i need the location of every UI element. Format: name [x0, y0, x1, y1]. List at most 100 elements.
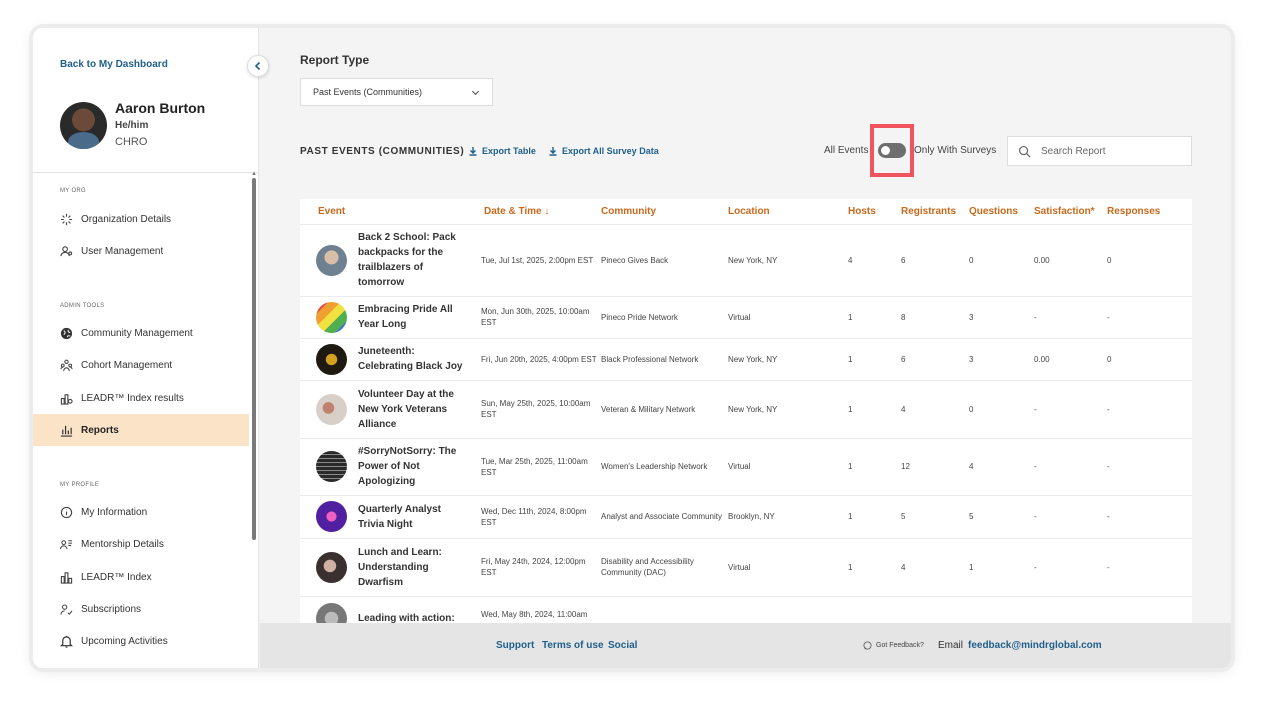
sidebar-item-label: Mentorship Details — [81, 538, 164, 550]
sidebar-divider — [33, 172, 259, 173]
sidebar-item-label: Organization Details — [81, 213, 172, 225]
table-row[interactable]: #SorryNotSorry: The Power of Not Apologi… — [300, 437, 1192, 495]
app-window: Back to My Dashboard Aaron Burton He/him… — [33, 28, 1231, 668]
export-table-button[interactable]: Export Table — [468, 146, 536, 156]
sidebar-item-subscriptions[interactable]: Subscriptions — [33, 593, 249, 625]
event-responses: - — [1107, 537, 1192, 596]
table-row[interactable]: Back 2 School: Pack backpacks for the tr… — [300, 223, 1192, 296]
mentorship-icon — [59, 537, 73, 551]
event-name[interactable]: #SorryNotSorry: The Power of Not Apologi… — [358, 444, 467, 489]
event-registrants: 12 — [901, 437, 969, 495]
sidebar-item-label: Community Management — [81, 327, 193, 339]
column-header-event[interactable]: Event — [300, 199, 467, 224]
event-responses: 0 — [1107, 223, 1192, 296]
people-group-icon — [59, 358, 73, 372]
sidebar-item-leadr-index-results[interactable]: LEADR™ Index results — [33, 382, 249, 414]
event-hosts: 1 — [848, 537, 901, 596]
event-name[interactable]: Back 2 School: Pack backpacks for the tr… — [358, 230, 467, 290]
column-header-questions[interactable]: Questions — [969, 199, 1034, 224]
back-to-dashboard-link[interactable]: Back to My Dashboard — [60, 59, 168, 70]
event-registrants: 4 — [901, 379, 969, 438]
event-name[interactable]: Leading with action: — [358, 611, 455, 624]
email-label: Email — [938, 640, 964, 651]
event-satisfaction: - — [1034, 295, 1107, 338]
info-icon — [59, 505, 73, 519]
table-row[interactable]: Quarterly Analyst Trivia Night Wed, Dec … — [300, 494, 1192, 538]
column-header-registrants[interactable]: Registrants — [901, 199, 969, 224]
sidebar-item-label: LEADR™ Index — [81, 571, 152, 583]
event-date: Tue, Jul 1st, 2025, 2:00pm EST — [467, 223, 601, 296]
collapse-sidebar-button[interactable] — [247, 55, 269, 77]
column-header-date[interactable]: Date & Time ↓ — [467, 199, 601, 224]
event-community — [601, 595, 728, 623]
sidebar-item-user-management[interactable]: User Management — [33, 235, 249, 267]
user-pronouns: He/him — [115, 120, 149, 131]
sidebar-item-community-management[interactable]: Community Management — [33, 317, 249, 349]
event-registrants: 5 — [901, 494, 969, 538]
chart-icon — [59, 391, 73, 405]
table-row[interactable]: Leading with action: Wed, May 8th, 2024,… — [300, 595, 1192, 624]
sidebar-item-cohort-management[interactable]: Cohort Management — [33, 349, 249, 381]
table-row[interactable]: Embracing Pride All Year Long Mon, Jun 3… — [300, 295, 1192, 338]
event-name[interactable]: Juneteenth: Celebrating Black Joy — [358, 344, 467, 374]
chevron-down-icon — [471, 90, 480, 95]
sidebar-item-my-information[interactable]: My Information — [33, 496, 249, 528]
user-settings-icon — [59, 244, 73, 258]
sidebar-item-leadr-index[interactable]: LEADR™ Index — [33, 561, 249, 593]
event-location — [728, 595, 848, 623]
sidebar-item-label: User Management — [81, 245, 164, 257]
support-link[interactable]: Support — [496, 640, 534, 651]
table-row[interactable]: Lunch and Learn: Understanding Dwarfism … — [300, 537, 1192, 596]
column-header-location[interactable]: Location — [728, 199, 848, 224]
avatar — [60, 102, 107, 149]
column-header-hosts[interactable]: Hosts — [848, 199, 901, 224]
report-type-select[interactable]: Past Events (Communities) — [300, 78, 493, 106]
sidebar-scrollbar[interactable] — [252, 178, 256, 540]
search-report-box — [1007, 136, 1192, 166]
got-feedback-text: Got Feedback? — [876, 642, 924, 649]
sidebar-item-organization-details[interactable]: Organization Details — [33, 203, 249, 235]
scroll-up-arrow-icon[interactable]: ▲ — [251, 171, 257, 177]
sidebar-item-reports[interactable]: Reports — [33, 414, 249, 446]
event-name[interactable]: Lunch and Learn: Understanding Dwarfism — [358, 545, 467, 590]
event-questions — [969, 595, 1034, 623]
column-header-responses[interactable]: Responses — [1107, 199, 1192, 224]
event-date: Wed, May 8th, 2024, 11:00am — [467, 595, 601, 623]
event-responses: - — [1107, 295, 1192, 338]
surveys-filter-toggle[interactable] — [878, 143, 906, 158]
event-responses: 0 — [1107, 337, 1192, 380]
event-satisfaction: - — [1034, 494, 1107, 538]
event-hosts: 4 — [848, 223, 901, 296]
section-title: PAST EVENTS (COMMUNITIES) — [300, 146, 465, 157]
event-registrants: 8 — [901, 295, 969, 338]
sidebar-item-mentorship-details[interactable]: Mentorship Details — [33, 528, 249, 560]
export-survey-data-button[interactable]: Export All Survey Data — [548, 146, 659, 156]
event-community: Veteran & Military Network — [601, 379, 728, 438]
event-name[interactable]: Quarterly Analyst Trivia Night — [358, 502, 467, 532]
terms-of-use-link[interactable]: Terms of use — [542, 640, 604, 651]
event-location: Virtual — [728, 537, 848, 596]
social-link[interactable]: Social — [608, 640, 637, 651]
event-community: Black Professional Network — [601, 337, 728, 380]
table-row[interactable]: Volunteer Day at the New York Veterans A… — [300, 379, 1192, 438]
event-thumbnail — [316, 343, 347, 375]
event-satisfaction: - — [1034, 437, 1107, 495]
table-row[interactable]: Juneteenth: Celebrating Black Joy Fri, J… — [300, 337, 1192, 380]
column-header-community[interactable]: Community — [601, 199, 728, 224]
sidebar-item-upcoming-activities[interactable]: Upcoming Activities — [33, 625, 249, 657]
event-date: Fri, Jun 20th, 2025, 4:00pm EST — [467, 337, 601, 380]
event-thumbnail — [316, 393, 347, 425]
event-name[interactable]: Volunteer Day at the New York Veterans A… — [358, 387, 467, 432]
event-satisfaction: 0.00 — [1034, 223, 1107, 296]
search-input[interactable] — [1041, 145, 1181, 157]
download-icon — [549, 147, 557, 156]
event-name[interactable]: Embracing Pride All Year Long — [358, 302, 467, 332]
subscription-icon — [59, 602, 73, 616]
section-label-admin-tools: ADMIN TOOLS — [60, 303, 105, 309]
feedback-email-link[interactable]: feedback@mindrglobal.com — [968, 640, 1102, 651]
column-header-satisfaction[interactable]: Satisfaction* — [1034, 199, 1107, 224]
export-table-label: Export Table — [482, 146, 536, 156]
event-responses: - — [1107, 494, 1192, 538]
sidebar-item-label: LEADR™ Index results — [81, 392, 184, 404]
event-date: Mon, Jun 30th, 2025, 10:00am EST — [467, 295, 601, 338]
